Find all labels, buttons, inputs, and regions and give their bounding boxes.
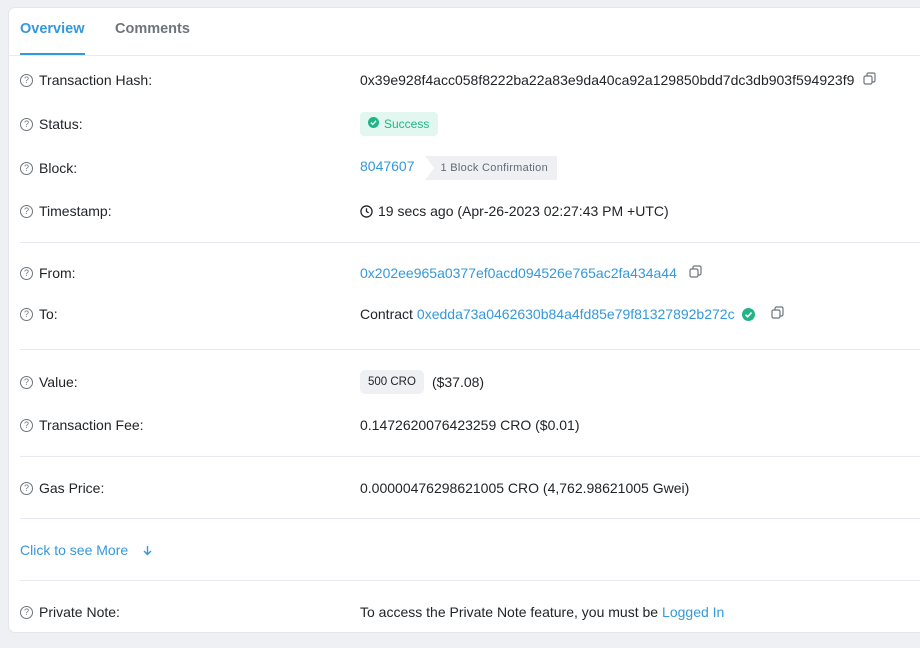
label-block: Block: xyxy=(39,160,78,176)
arrow-down-icon xyxy=(142,542,153,558)
question-circle-icon[interactable]: ? xyxy=(20,307,33,321)
divider xyxy=(20,580,920,581)
block-number-link[interactable]: 8047607 xyxy=(360,158,415,174)
question-circle-icon[interactable]: ? xyxy=(20,117,33,131)
question-circle-icon[interactable]: ? xyxy=(20,481,33,495)
value-usd: ($37.08) xyxy=(431,374,485,390)
copy-icon[interactable] xyxy=(863,72,876,88)
private-note-text: To access the Private Note feature, you … xyxy=(360,604,659,620)
transaction-hash-value: 0x39e928f4acc058f8222ba22a83e9da40ca92a1… xyxy=(360,72,855,88)
divider xyxy=(20,518,920,519)
copy-icon[interactable] xyxy=(689,265,702,281)
question-circle-icon[interactable]: ? xyxy=(20,375,33,389)
tab-comments[interactable]: Comments xyxy=(115,8,190,54)
see-more-toggle[interactable]: Click to see More xyxy=(20,539,153,561)
value-amount-badge: 500 CRO xyxy=(360,370,424,394)
question-circle-icon[interactable]: ? xyxy=(20,266,33,280)
transaction-fee-value: 0.1472620076423259 CRO ($0.01) xyxy=(360,417,580,433)
status-badge: Success xyxy=(360,112,439,136)
check-circle-icon xyxy=(368,117,379,131)
verified-check-icon xyxy=(741,307,755,321)
label-from: From: xyxy=(39,265,76,281)
tab-bar: Overview Comments xyxy=(9,8,920,56)
divider xyxy=(20,456,920,457)
label-value: Value: xyxy=(39,374,78,390)
tab-active-underline xyxy=(20,53,85,55)
timestamp-value: 19 secs ago (Apr-26-2023 02:27:43 PM +UT… xyxy=(378,203,669,219)
from-address-link[interactable]: 0x202ee965a0377ef0acd094526e765ac2fa434a… xyxy=(360,265,677,281)
divider xyxy=(20,349,920,350)
label-transaction-hash: Transaction Hash: xyxy=(39,72,153,88)
label-private-note: Private Note: xyxy=(39,604,120,620)
label-to: To: xyxy=(39,306,58,322)
label-gas-price: Gas Price: xyxy=(39,480,105,496)
question-circle-icon[interactable]: ? xyxy=(20,161,33,175)
gas-price-value: 0.00000476298621005 CRO (4,762.98621005 … xyxy=(360,480,690,496)
divider xyxy=(20,242,920,243)
to-contract-prefix: Contract xyxy=(360,306,413,322)
tab-overview[interactable]: Overview xyxy=(20,8,85,55)
status-text: Success xyxy=(384,117,430,131)
question-circle-icon[interactable]: ? xyxy=(20,418,33,432)
question-circle-icon[interactable]: ? xyxy=(20,73,33,87)
see-more-label: Click to see More xyxy=(20,542,129,558)
block-confirmation-badge: 1 Block Confirmation xyxy=(424,156,558,180)
clock-icon xyxy=(360,204,373,218)
label-transaction-fee: Transaction Fee: xyxy=(39,417,144,433)
tab-comments-label: Comments xyxy=(115,21,190,37)
label-timestamp: Timestamp: xyxy=(39,203,112,219)
transaction-card: Overview Comments ? Transaction Hash: 0x3… xyxy=(8,7,920,633)
question-circle-icon[interactable]: ? xyxy=(20,605,33,619)
to-address-link[interactable]: 0xedda73a0462630b84a4fd85e79f81327892b27… xyxy=(417,306,735,322)
label-status: Status: xyxy=(39,116,83,132)
question-circle-icon[interactable]: ? xyxy=(20,204,33,218)
copy-icon[interactable] xyxy=(770,306,784,322)
logged-in-link[interactable]: Logged In xyxy=(662,604,724,620)
tab-overview-label: Overview xyxy=(20,21,85,37)
